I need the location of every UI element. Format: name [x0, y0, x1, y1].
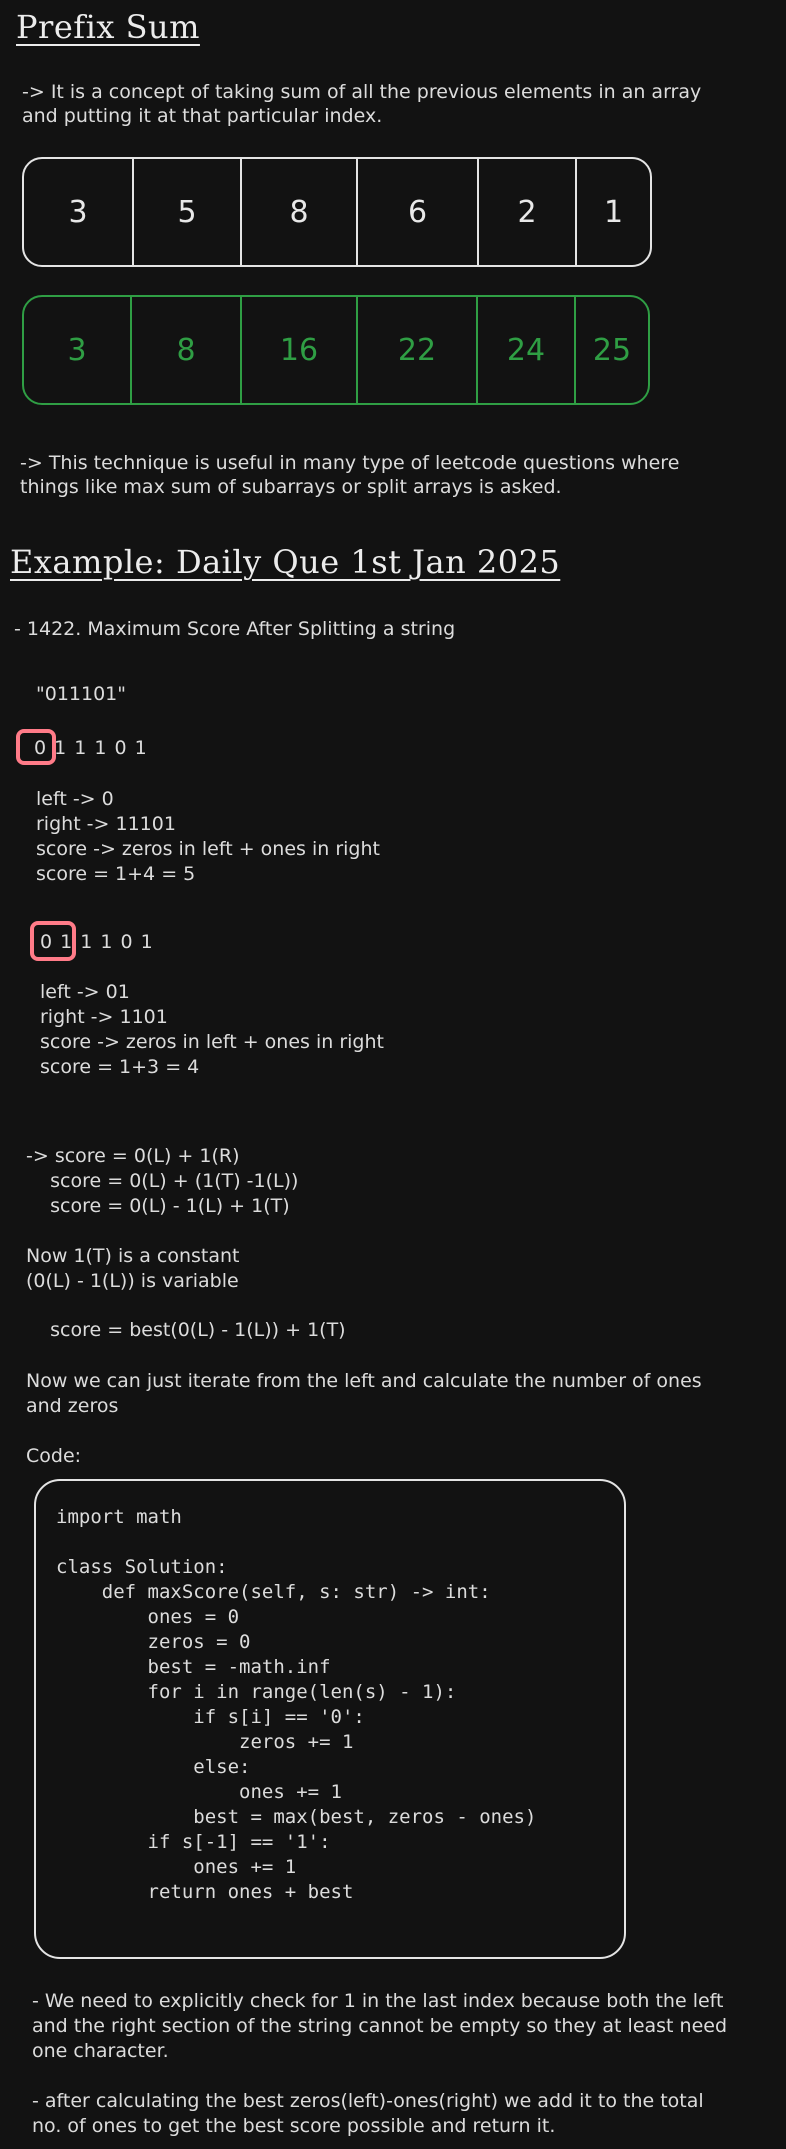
- prefix-cell: 24: [478, 297, 576, 403]
- step2-line: score -> zeros in left + ones in right: [40, 1031, 384, 1053]
- step1-digits: 0 1 1 1 0 1: [34, 737, 148, 759]
- note1-line: one character.: [32, 2040, 169, 2062]
- array-diagram: 3 5 8 6 2 1: [22, 157, 652, 267]
- code-line: if s[-1] == '1':: [56, 1831, 331, 1853]
- prefix-array-diagram: 3 8 16 22 24 25: [22, 295, 650, 405]
- prefix-cell: 25: [592, 332, 632, 368]
- code-line: return ones + best: [56, 1881, 354, 1903]
- step1-line: score -> zeros in left + ones in right: [36, 838, 380, 860]
- code-block: import math class Solution: def maxScore…: [34, 1479, 626, 1959]
- problem-title: - 1422. Maximum Score After Splitting a …: [14, 618, 456, 640]
- code-line: best = -math.inf: [56, 1656, 331, 1678]
- array-cell: 5: [134, 159, 242, 265]
- derivation-line: score = 0(L) - 1(L) + 1(T): [26, 1195, 290, 1217]
- intro-line-1: -> It is a concept of taking sum of all …: [22, 81, 702, 103]
- code-line: ones = 0: [56, 1606, 240, 1628]
- best-formula: score = best(0(L) - 1(L)) + 1(T): [26, 1319, 346, 1341]
- derivation-line: score = 0(L) + (1(T) -1(L)): [26, 1170, 299, 1192]
- code-line: ones += 1: [56, 1856, 297, 1878]
- note2-line: - after calculating the best zeros(left)…: [32, 2090, 704, 2112]
- derivation-line: -> score = 0(L) + 1(R): [26, 1145, 240, 1167]
- step1-line: left -> 0: [36, 788, 114, 810]
- code-line: zeros = 0: [56, 1631, 251, 1653]
- code-line: import math: [56, 1506, 182, 1528]
- iterate-note-line: and zeros: [26, 1395, 119, 1417]
- note1-line: - We need to explicitly check for 1 in t…: [32, 1990, 724, 2012]
- code-label: Code:: [26, 1445, 82, 1467]
- note1-line: and the right section of the string cann…: [32, 2015, 728, 2037]
- use-note-line-1: -> This technique is useful in many type…: [20, 452, 680, 474]
- intro-line-2: and putting it at that particular index.: [22, 105, 383, 127]
- prefix-cell: 3: [24, 297, 132, 403]
- step2-digits: 0 1 1 1 0 1: [40, 931, 154, 953]
- array-cell: 8: [242, 159, 358, 265]
- iterate-note-line: Now we can just iterate from the left an…: [26, 1370, 702, 1392]
- constant-note-line: (0(L) - 1(L)) is variable: [26, 1270, 239, 1292]
- note2-line: no. of ones to get the best score possib…: [32, 2115, 556, 2137]
- array-cell: 2: [479, 159, 577, 265]
- step2-line: right -> 1101: [40, 1006, 168, 1028]
- code-line: else:: [56, 1756, 251, 1778]
- prefix-cell: 8: [132, 297, 242, 403]
- step1-line: score = 1+4 = 5: [36, 863, 196, 885]
- code-line: for i in range(len(s) - 1):: [56, 1681, 457, 1703]
- page-title: Prefix Sum: [16, 8, 200, 46]
- array-cell: 6: [358, 159, 479, 265]
- step2-line: score = 1+3 = 4: [40, 1056, 200, 1078]
- example-title: Example: Daily Que 1st Jan 2025: [10, 543, 561, 581]
- code-line: if s[i] == '0':: [56, 1706, 365, 1728]
- prefix-cell: 22: [358, 297, 478, 403]
- array-cell: 1: [603, 194, 624, 230]
- input-string: "011101": [36, 683, 127, 705]
- code-line: class Solution:: [56, 1556, 228, 1578]
- code-line: zeros += 1: [56, 1731, 354, 1753]
- step1-line: right -> 11101: [36, 813, 176, 835]
- constant-note-line: Now 1(T) is a constant: [26, 1245, 240, 1267]
- code-line: def maxScore(self, s: str) -> int:: [56, 1581, 491, 1603]
- use-note-line-2: things like max sum of subarrays or spli…: [20, 476, 562, 498]
- code-line: best = max(best, zeros - ones): [56, 1806, 537, 1828]
- prefix-cell: 16: [242, 297, 358, 403]
- step2-line: left -> 01: [40, 981, 130, 1003]
- array-cell: 3: [24, 159, 134, 265]
- code-line: ones += 1: [56, 1781, 342, 1803]
